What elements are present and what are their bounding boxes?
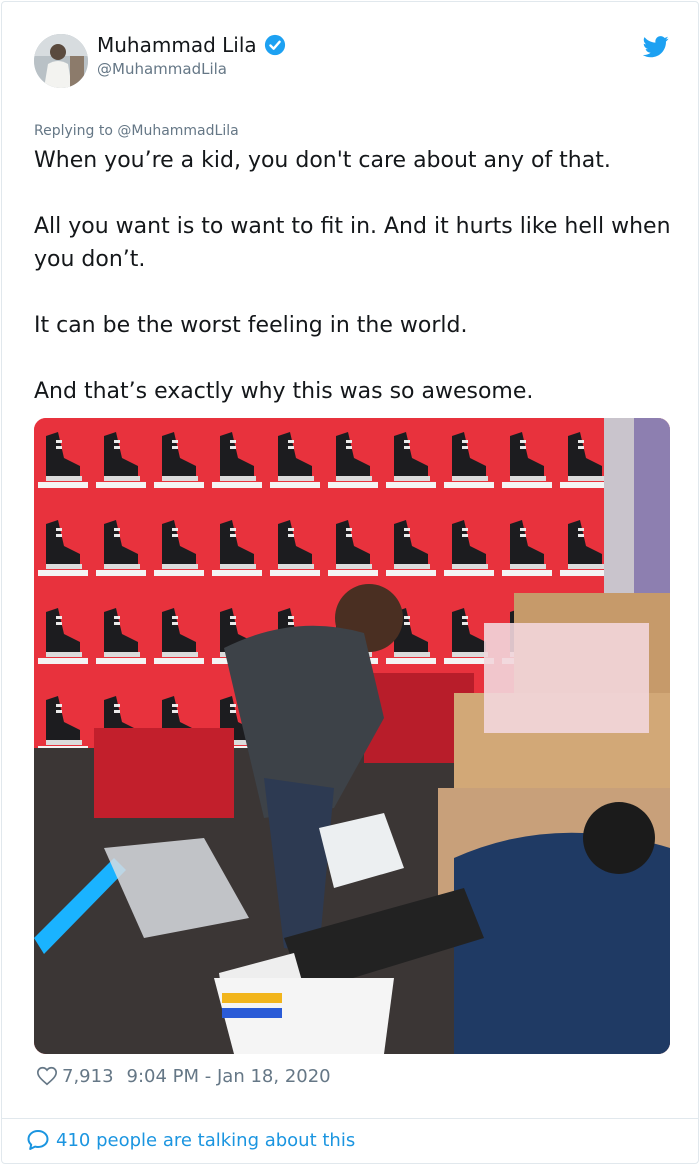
like-count[interactable]: 7,913 xyxy=(62,1066,114,1087)
speech-bubble-icon xyxy=(27,1130,49,1150)
tweet-text: When you’re a kid, you don't care about … xyxy=(34,144,674,441)
tweet-photo[interactable] xyxy=(34,418,670,1054)
talking-text[interactable]: 410 people are talking about this xyxy=(56,1130,355,1151)
tweet-paragraph: All you want is to want to fit in. And i… xyxy=(34,214,671,272)
tweet-paragraph: When you’re a kid, you don't care about … xyxy=(34,148,611,173)
verified-badge-icon xyxy=(264,34,285,56)
author-handle[interactable]: @MuhammadLila xyxy=(97,60,227,78)
divider xyxy=(2,1118,698,1119)
avatar[interactable] xyxy=(34,34,88,88)
tweet-paragraph: It can be the worst feeling in the world… xyxy=(34,313,468,338)
tweet-card: Muhammad Lila @MuhammadLila Replying to … xyxy=(1,1,699,1164)
author-name-text[interactable]: Muhammad Lila xyxy=(97,33,257,57)
conversation-link[interactable]: 410 people are talking about this xyxy=(26,1128,355,1152)
heart-icon[interactable] xyxy=(36,1065,58,1087)
tweet-meta: 7,913 9:04 PM - Jan 18, 2020 xyxy=(36,1065,331,1087)
timestamp[interactable]: 9:04 PM - Jan 18, 2020 xyxy=(127,1066,331,1087)
store-photo-illustration xyxy=(34,418,670,1054)
tweet-paragraph: And that’s exactly why this was so aweso… xyxy=(34,379,534,404)
replying-to[interactable]: Replying to @MuhammadLila xyxy=(34,123,239,139)
twitter-bird-icon[interactable] xyxy=(643,36,669,58)
author-name[interactable]: Muhammad Lila xyxy=(97,33,286,57)
